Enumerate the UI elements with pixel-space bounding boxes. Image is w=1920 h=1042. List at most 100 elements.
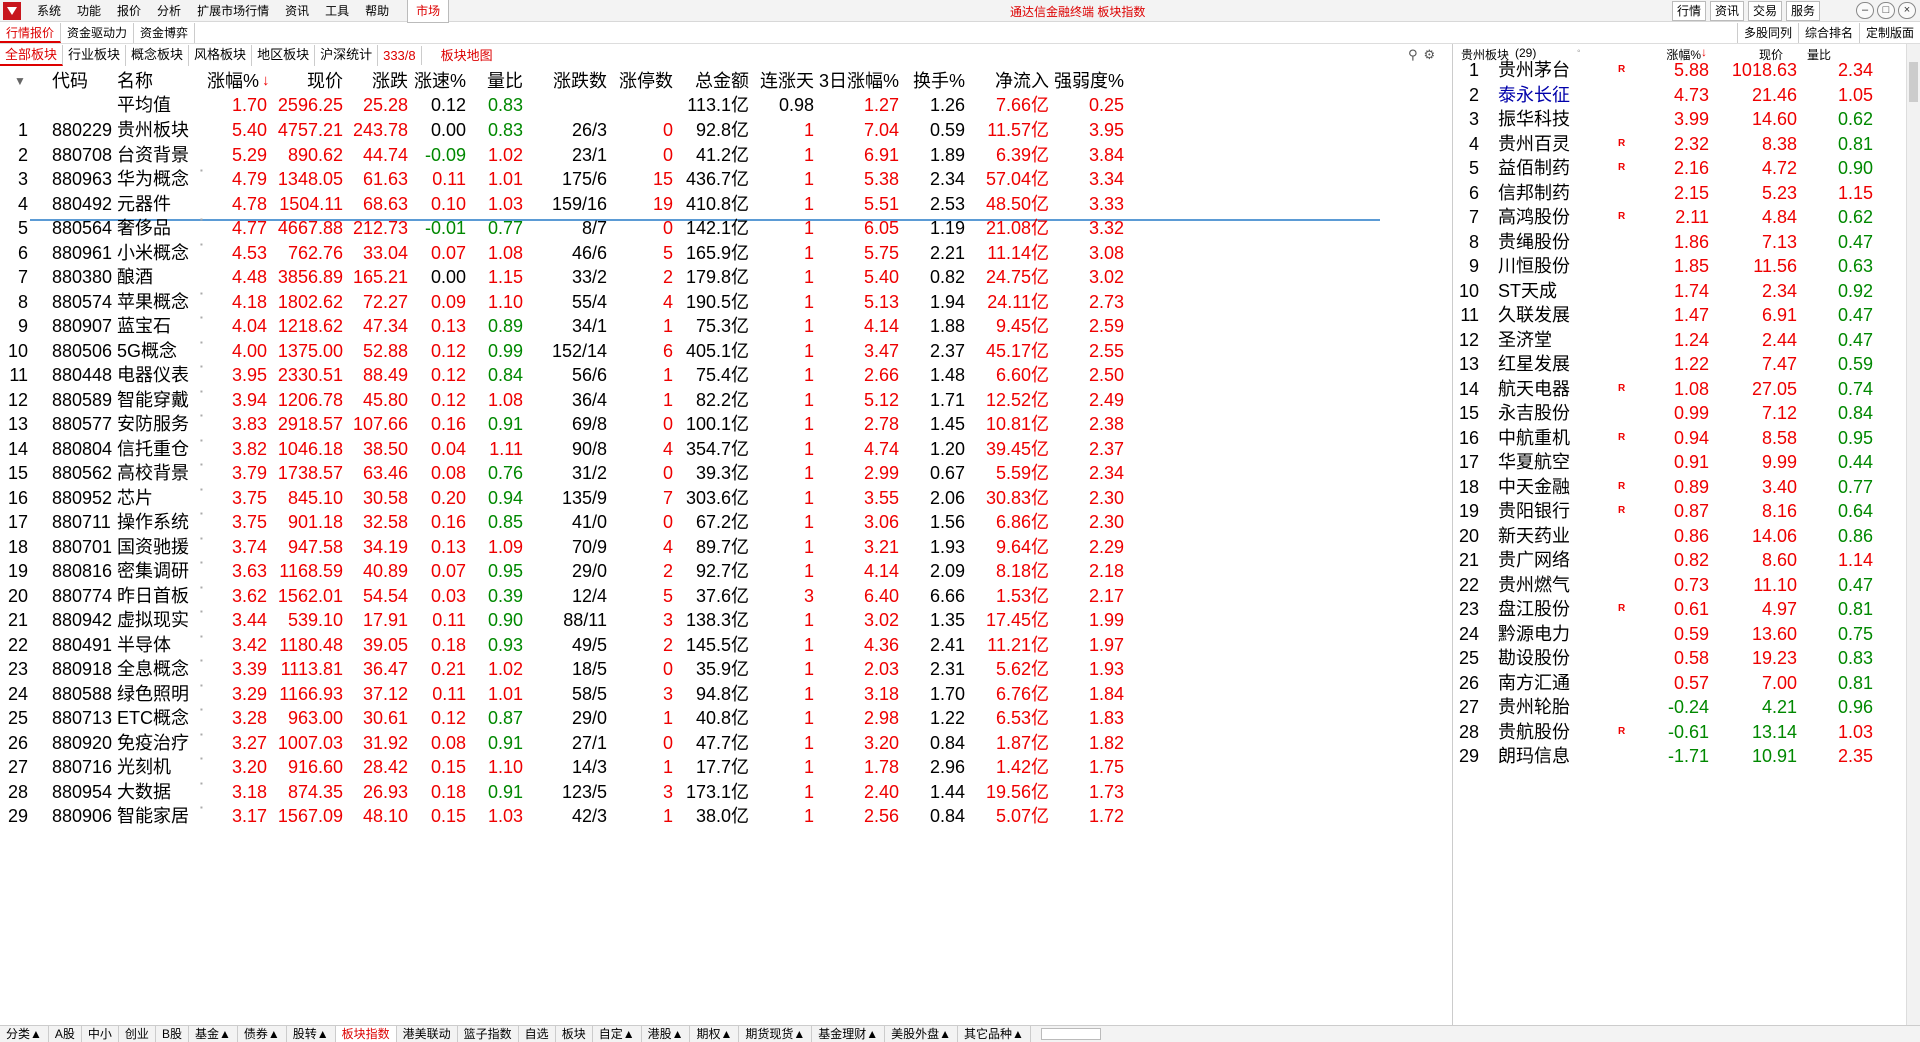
row-marker-icon: ▪ [200, 754, 203, 763]
minimize-icon[interactable]: – [1856, 2, 1874, 19]
sector-map-link[interactable]: 板块地图 [436, 46, 498, 65]
bottom-tab[interactable]: 创业 [119, 1026, 156, 1042]
cell-updn: 42/3 [571, 806, 607, 826]
bottom-tab[interactable]: 基金理财▲ [812, 1026, 886, 1042]
top-right-button[interactable]: 资讯 [1709, 1, 1744, 21]
bottom-tab[interactable]: 中小 [82, 1026, 119, 1042]
top-right-tab[interactable]: 多股同列 [1736, 23, 1798, 43]
row-marker-icon: ▪ [200, 607, 203, 616]
sector-tab[interactable]: 风格板块 [189, 44, 253, 66]
table-row[interactable]: 29 880906 智能家居 3.17 1567.09 48.10 0.15 1.03 42/3… [0, 801, 1390, 831]
bottom-tab[interactable]: 篮子指数 [458, 1026, 519, 1042]
cell-days: 1 [803, 806, 814, 826]
menu-item[interactable]: 帮助 [357, 0, 397, 22]
row-marker-icon: ▪ [200, 533, 203, 543]
market-button[interactable]: 市场 [407, 0, 450, 23]
bottom-tab[interactable]: 其它品种▲ [958, 1026, 1031, 1042]
sector-count: 333/8 [378, 45, 422, 65]
menu-item[interactable]: 报价 [109, 0, 149, 22]
panel-cell: 29 [1458, 746, 1479, 766]
search-icon[interactable]: ⚲ [1408, 47, 1418, 63]
bottom-tab[interactable]: 自选 [519, 1026, 556, 1042]
tab-0[interactable]: 行情报价 [0, 23, 62, 43]
top-right-button[interactable]: 服务 [1785, 1, 1820, 21]
bottom-tab[interactable]: 港股▲ [642, 1026, 691, 1042]
panel-cell: 朗玛信息 [1498, 746, 1570, 766]
menu-item[interactable]: 工具 [317, 0, 357, 22]
menu-item[interactable]: 分析 [149, 0, 189, 22]
maximize-icon[interactable]: □ [1877, 2, 1895, 19]
tab-2[interactable]: 资金博弈 [134, 23, 196, 43]
row-marker-icon: ▪ [200, 313, 203, 322]
bottom-tab[interactable]: B股 [156, 1026, 189, 1042]
sector-tab[interactable]: 全部板块 [0, 44, 64, 66]
row-marker-icon: ▪ [200, 582, 203, 592]
cell-limit: 1 [662, 806, 673, 826]
sector-tab[interactable]: 概念板块 [126, 44, 190, 66]
top-right-tab[interactable]: 综合排名 [1797, 23, 1859, 43]
row-marker-icon: ▪ [200, 631, 203, 641]
bottom-tab[interactable]: 美股外盘▲ [885, 1026, 959, 1042]
row-marker-icon: ▪ [200, 680, 203, 690]
cell-flow: 5.07亿 [995, 806, 1049, 826]
constituents-panel: 贵州板块 (29) ◦ 涨幅% 现价 量比 ↓ 1 贵州茅台 R 5.88 1018.63 2.34 2… [1452, 44, 1920, 1028]
vertical-scrollbar[interactable] [1906, 44, 1920, 1028]
bottom-tab[interactable]: 港美联动 [397, 1026, 458, 1042]
menu-item[interactable]: 资讯 [277, 0, 317, 22]
gear-icon[interactable]: ⚙ [1424, 47, 1436, 63]
menu-item[interactable]: 扩展市场行情 [189, 0, 277, 22]
row-marker-icon: ▪ [200, 239, 203, 249]
bottom-tab[interactable]: 自定▲ [593, 1026, 642, 1042]
menu-item[interactable]: 功能 [69, 0, 109, 22]
row-marker-icon: ▪ [200, 484, 203, 494]
cell-str: 1.72 [1088, 806, 1124, 826]
row-marker-icon: ▪ [200, 460, 203, 469]
row-marker-icon: ▪ [200, 803, 203, 812]
row-marker-icon: ▪ [200, 656, 203, 665]
row-marker-icon: ▪ [200, 215, 203, 224]
bottom-tab[interactable]: A股 [49, 1026, 82, 1042]
row-marker-icon: ▪ [200, 386, 203, 396]
cell-name: 智能家居 [117, 806, 189, 826]
row-marker-icon: ▪ [200, 337, 203, 347]
bottom-tab-bar: 分类▲ A股 中小 创业 B股 基金▲ 债券▲ 股转▲ 板块指数 港美联动 篮子指数 自选 板块 自定▲ 港… [0, 1025, 1920, 1042]
sector-tab[interactable]: 地区板块 [252, 44, 316, 66]
sector-tab[interactable]: 行业板块 [63, 44, 127, 66]
bottom-tab[interactable]: 期权▲ [690, 1026, 740, 1042]
row-marker-icon: ▪ [200, 411, 203, 420]
bottom-tab[interactable]: 期货现货▲ [739, 1026, 813, 1042]
cell-code: 880906 [52, 806, 113, 826]
top-right-tab[interactable]: 定制版面 [1858, 23, 1920, 43]
app-logo-icon [3, 1, 21, 20]
panel-row[interactable]: 29 朗玛信息 -1.71 10.91 2.35 [1453, 741, 1903, 771]
top-right-button[interactable]: 交易 [1747, 1, 1782, 21]
scroll-thumb[interactable] [1909, 62, 1918, 102]
bottom-tab[interactable]: 基金▲ [189, 1026, 238, 1042]
row-marker-icon: ▪ [200, 435, 203, 445]
window-title: 通达信金融终端 板块指数 [1010, 5, 1146, 19]
row-marker-icon: ▪ [200, 166, 203, 175]
menu-bar: 系统 功能 报价 分析 扩展市场行情 资讯 工具 帮助 市场 通达信金融终端 板块指数 行情资… [0, 0, 1920, 23]
close-icon[interactable]: × [1898, 2, 1916, 19]
row-marker-icon: ▪ [200, 705, 203, 714]
bottom-tab[interactable]: 股转▲ [287, 1026, 336, 1042]
bottom-tab[interactable]: 板块指数 [335, 1026, 397, 1042]
top-right-button[interactable]: 行情 [1671, 1, 1706, 21]
panel-cell: 10.91 [1751, 746, 1797, 766]
sector-tab[interactable]: 沪深统计 [315, 44, 379, 66]
tab-1[interactable]: 资金驱动力 [61, 23, 135, 43]
row-marker-icon: ▪ [200, 558, 203, 567]
bottom-tab[interactable]: 板块 [556, 1026, 593, 1042]
menu-item[interactable]: 系统 [29, 0, 69, 22]
cell-turn: 0.84 [929, 806, 965, 826]
horizontal-scrollbar[interactable] [1040, 1028, 1101, 1040]
cell-vr: 1.03 [487, 806, 523, 826]
cell-d3: 2.56 [863, 806, 899, 826]
row-marker-icon: ▪ [200, 362, 203, 371]
sector-table: ▼ 代码 名称 涨幅% 现价 涨跌 涨速% 量比 涨跌数 涨停数 总金额 连涨天 3日涨幅% 换手% 净流入… [0, 66, 1450, 1026]
row-marker-icon: ▪ [200, 778, 203, 788]
bottom-tab[interactable]: 债券▲ [238, 1026, 287, 1042]
bottom-tab[interactable]: 分类▲ [0, 1026, 49, 1042]
cell-pct: 3.17 [231, 806, 267, 826]
cell-chg: 48.10 [362, 806, 408, 826]
